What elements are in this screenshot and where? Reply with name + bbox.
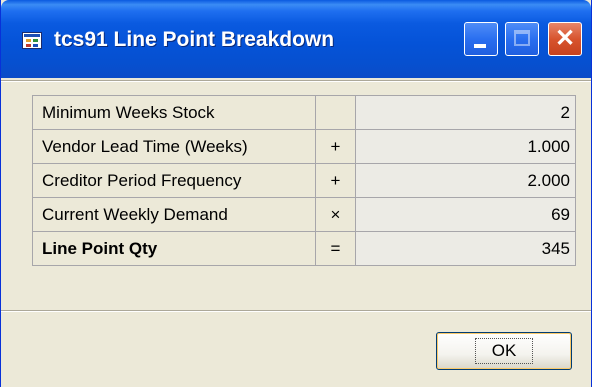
row-value: 2.000: [356, 164, 576, 198]
icon-cell: [33, 39, 38, 42]
table-row: Current Weekly Demand × 69: [33, 198, 576, 232]
close-button[interactable]: ✕: [548, 22, 582, 56]
dialog-window: tcs91 Line Point Breakdown ✕ Minimum Wee…: [0, 0, 592, 387]
row-operator: =: [316, 232, 356, 266]
minimize-icon: [474, 44, 486, 48]
icon-cell: [26, 39, 31, 42]
row-value: 2: [356, 96, 576, 130]
row-operator: +: [316, 164, 356, 198]
close-icon: ✕: [554, 25, 576, 52]
total-row: Line Point Qty = 345: [33, 232, 576, 266]
row-value: 69: [356, 198, 576, 232]
table-row: Minimum Weeks Stock 2: [33, 96, 576, 130]
total-label: Line Point Qty: [33, 232, 316, 266]
icon-cell: [26, 44, 31, 47]
row-value: 1.000: [356, 130, 576, 164]
row-label: Creditor Period Frequency: [33, 164, 316, 198]
icon-header-bar: [24, 34, 40, 37]
window-title: tcs91 Line Point Breakdown: [54, 28, 335, 51]
row-operator: [316, 96, 356, 130]
row-label: Vendor Lead Time (Weeks): [33, 130, 316, 164]
row-label: Minimum Weeks Stock: [33, 96, 316, 130]
total-value: 345: [356, 232, 576, 266]
table-row: Vendor Lead Time (Weeks) + 1.000: [33, 130, 576, 164]
row-operator: +: [316, 130, 356, 164]
breakdown-table: Minimum Weeks Stock 2 Vendor Lead Time (…: [32, 95, 576, 266]
title-bar[interactable]: tcs91 Line Point Breakdown ✕: [1, 0, 591, 78]
icon-cell: [33, 44, 38, 47]
maximize-icon: [514, 30, 530, 46]
minimize-button[interactable]: [464, 22, 498, 56]
maximize-button: [505, 22, 539, 56]
ok-button[interactable]: OK: [436, 332, 572, 370]
table-row: Creditor Period Frequency + 2.000: [33, 164, 576, 198]
bottom-divider-highlight: [1, 311, 591, 312]
top-divider-highlight: [1, 81, 591, 82]
table-window-icon[interactable]: [22, 32, 42, 49]
row-operator: ×: [316, 198, 356, 232]
row-label: Current Weekly Demand: [33, 198, 316, 232]
ok-button-label: OK: [474, 338, 534, 364]
